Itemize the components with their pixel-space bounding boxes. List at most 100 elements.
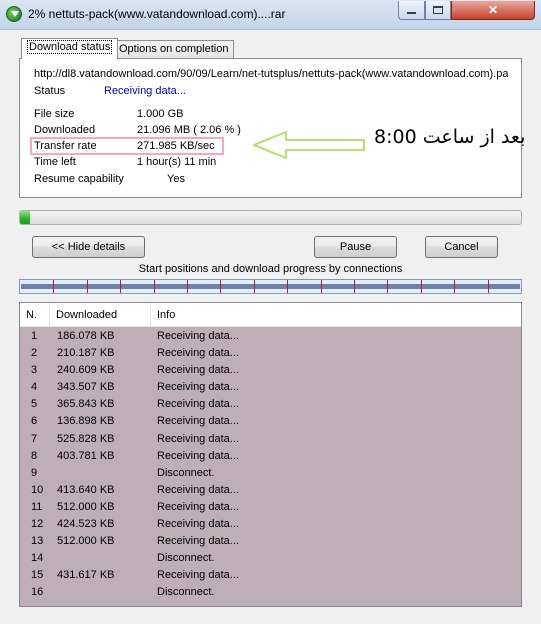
tab-download-status-label: Download status <box>27 40 113 54</box>
table-row[interactable]: 2 210.187 KB Receiving data... <box>20 345 521 362</box>
row-downloaded: 365.843 KB <box>57 398 115 411</box>
table-row[interactable]: 4 343.507 KB Receiving data... <box>20 379 521 396</box>
download-app-icon <box>6 6 22 22</box>
row-info: Receiving data... <box>157 415 239 428</box>
row-number: 16 <box>31 586 44 599</box>
table-row[interactable]: 15 431.617 KB Receiving data... <box>20 567 521 584</box>
row-downloaded: 403.781 KB <box>57 449 115 462</box>
connection-start-marker <box>53 280 54 293</box>
column-header-n[interactable]: N. <box>20 303 50 327</box>
table-row[interactable]: 6 136.898 KB Receiving data... <box>20 413 521 430</box>
connection-start-marker <box>454 280 455 293</box>
transfer-rate-highlight-box <box>30 137 224 155</box>
row-info: Receiving data... <box>157 500 239 513</box>
connection-start-marker <box>488 280 489 293</box>
row-downloaded: 413.640 KB <box>57 483 115 496</box>
status-label: Status <box>34 85 66 97</box>
connections-progress-bar <box>19 279 522 294</box>
file-size-label: File size <box>34 108 75 120</box>
row-number: 4 <box>31 381 38 394</box>
row-info: Receiving data... <box>157 569 239 582</box>
downloaded-value: 21.096 MB ( 2.06 % ) <box>137 124 241 136</box>
connection-start-marker <box>154 280 155 293</box>
cancel-button[interactable]: Cancel <box>425 236 498 258</box>
minimize-button[interactable] <box>398 1 425 20</box>
connection-start-marker <box>387 280 388 293</box>
row-info: Receiving data... <box>157 398 239 411</box>
table-row[interactable]: 14 Disconnect. <box>20 550 521 567</box>
row-downloaded: 210.187 KB <box>57 347 115 360</box>
table-row[interactable]: 8 403.781 KB Receiving data... <box>20 448 521 465</box>
annotation-text: بعد از ساعت 8:00 <box>374 126 526 148</box>
row-info: Receiving data... <box>157 432 239 445</box>
row-info: Receiving data... <box>157 483 239 496</box>
row-downloaded: 136.898 KB <box>57 415 115 428</box>
row-number: 12 <box>31 518 44 531</box>
maximize-button[interactable] <box>425 1 451 20</box>
list-body: 1 186.078 KB Receiving data... 2 210.187 KB R… <box>20 328 521 602</box>
row-number: 6 <box>31 415 38 428</box>
connection-start-marker <box>354 280 355 293</box>
annotation-arrow-icon <box>253 131 365 159</box>
connections-progress-track <box>21 284 520 289</box>
table-row[interactable]: 9 Disconnect. <box>20 465 521 482</box>
row-downloaded: 186.078 KB <box>57 330 115 342</box>
tab-options-on-completion[interactable]: Options on completion <box>113 40 235 58</box>
row-number: 8 <box>31 449 38 462</box>
pause-button[interactable]: Pause <box>314 236 397 258</box>
table-row[interactable]: 3 240.609 KB Receiving data... <box>20 362 521 379</box>
close-button[interactable]: ✕ <box>451 1 535 20</box>
column-header-downloaded[interactable]: Downloaded <box>50 303 151 327</box>
row-number: 1 <box>31 330 38 342</box>
time-left-value: 1 hour(s) 11 min <box>137 156 217 168</box>
download-url: http://dl8.vatandownload.com/90/09/Learn… <box>34 68 508 80</box>
row-number: 7 <box>31 432 38 445</box>
table-row[interactable]: 12 424.523 KB Receiving data... <box>20 516 521 533</box>
tab-download-status[interactable]: Download status <box>21 38 119 59</box>
row-number: 5 <box>31 398 38 411</box>
row-downloaded: 431.617 KB <box>57 569 115 582</box>
table-row[interactable]: 5 365.843 KB Receiving data... <box>20 396 521 413</box>
table-row[interactable]: 16 Disconnect. <box>20 584 521 601</box>
row-info: Disconnect. <box>157 586 215 599</box>
download-progress-fill <box>20 211 31 224</box>
connection-start-marker <box>87 280 88 293</box>
table-row[interactable]: 11 512.000 KB Receiving data... <box>20 499 521 516</box>
row-info: Disconnect. <box>157 466 215 479</box>
window-title: 2% nettuts-pack(www.vatandownload.com)..… <box>28 7 286 21</box>
table-row[interactable]: 13 512.000 KB Receiving data... <box>20 533 521 550</box>
row-number: 3 <box>31 364 38 377</box>
table-row[interactable]: 1 186.078 KB Receiving data... <box>20 328 521 345</box>
row-downloaded: 512.000 KB <box>57 500 115 513</box>
row-info: Receiving data... <box>157 330 239 342</box>
row-info: Receiving data... <box>157 364 239 377</box>
row-number: 15 <box>31 569 44 582</box>
row-downloaded: 343.507 KB <box>57 381 115 394</box>
title-bar[interactable]: 2% nettuts-pack(www.vatandownload.com)..… <box>0 0 541 30</box>
row-number: 10 <box>31 483 44 496</box>
row-info: Receiving data... <box>157 381 239 394</box>
table-row[interactable]: 10 413.640 KB Receiving data... <box>20 482 521 499</box>
file-size-value: 1.000 GB <box>137 108 184 120</box>
row-downloaded: 525.828 KB <box>57 432 115 445</box>
resume-capability-label: Resume capability <box>34 173 124 185</box>
hide-details-button[interactable]: << Hide details <box>32 236 145 258</box>
time-left-label: Time left <box>34 156 76 168</box>
table-row[interactable]: 7 525.828 KB Receiving data... <box>20 431 521 448</box>
connections-caption: Start positions and download progress by… <box>138 263 403 275</box>
row-downloaded: 512.000 KB <box>57 535 115 548</box>
downloaded-label: Downloaded <box>34 124 96 136</box>
minimize-icon <box>407 12 416 14</box>
connections-list[interactable]: N. Downloaded Info 1 186.078 KB Receiving … <box>19 302 522 607</box>
row-info: Receiving data... <box>157 518 239 531</box>
row-downloaded: 240.609 KB <box>57 364 115 377</box>
resume-capability-value: Yes <box>167 173 185 185</box>
column-header-info[interactable]: Info <box>151 303 521 327</box>
row-info: Disconnect. <box>157 552 215 565</box>
download-progress-bar <box>19 210 522 225</box>
connection-start-marker <box>220 280 221 293</box>
close-icon: ✕ <box>487 3 499 17</box>
status-value: Receiving data... <box>104 85 186 97</box>
row-number: 14 <box>31 552 44 565</box>
connection-start-marker <box>187 280 188 293</box>
